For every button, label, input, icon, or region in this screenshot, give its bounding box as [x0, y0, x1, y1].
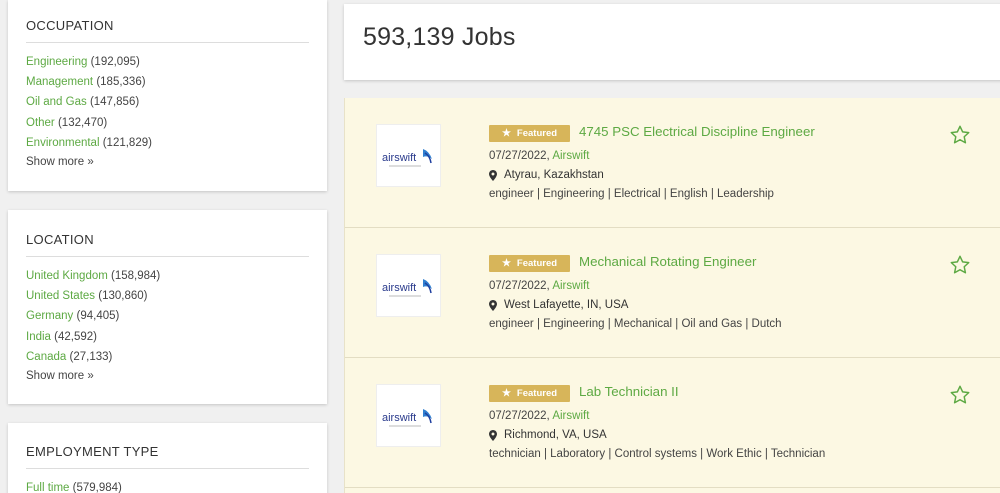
- job-search-page: OCCUPATION Engineering (192,095) Managem…: [0, 0, 1000, 493]
- airswift-logo-icon: airswift: [382, 149, 432, 167]
- facet-title: LOCATION: [26, 232, 309, 257]
- star-icon: ★: [501, 257, 511, 269]
- job-location-text: Atyrau, Kazakhstan: [504, 169, 604, 181]
- company-link[interactable]: Airswift: [552, 150, 589, 162]
- job-title-link[interactable]: 4745 PSC Electrical Discipline Engineer: [579, 124, 815, 139]
- company-logo[interactable]: airswift: [376, 384, 441, 447]
- job-meta: 07/27/2022, Airswift: [489, 410, 589, 422]
- job-card[interactable]: airswift ★ Featured Lab Technician II 07…: [345, 358, 1000, 488]
- job-card[interactable]: airswift ★ Featured Mechanical Rotating …: [345, 228, 1000, 358]
- svg-text:airswift: airswift: [382, 412, 416, 424]
- featured-badge: ★ Featured: [489, 255, 570, 272]
- facet-title: EMPLOYMENT TYPE: [26, 444, 309, 469]
- star-icon: ★: [501, 387, 511, 399]
- job-location: Richmond, VA, USA: [489, 429, 607, 441]
- map-pin-icon: [489, 299, 497, 311]
- show-more-occupation[interactable]: Show more »: [26, 156, 309, 168]
- airswift-logo-icon: airswift: [382, 409, 432, 427]
- featured-badge-label: Featured: [516, 128, 558, 139]
- job-location: West Lafayette, IN, USA: [489, 299, 628, 311]
- favorite-star-icon[interactable]: [949, 384, 971, 406]
- facet-option-oil-and-gas[interactable]: Oil and Gas (147,856): [26, 92, 309, 112]
- facet-option-engineering[interactable]: Engineering (192,095): [26, 52, 309, 72]
- facet-employment-type: EMPLOYMENT TYPE Full time (579,984): [8, 423, 327, 493]
- company-logo[interactable]: airswift: [376, 254, 441, 317]
- facet-occupation: OCCUPATION Engineering (192,095) Managem…: [8, 0, 327, 191]
- results-header: 593,139 Jobs: [344, 4, 1000, 80]
- job-title-link[interactable]: Lab Technician II: [579, 384, 679, 399]
- job-list: airswift ★ Featured 4745 PSC Electrical …: [344, 98, 1000, 493]
- favorite-star-icon[interactable]: [949, 124, 971, 146]
- facet-option-management[interactable]: Management (185,336): [26, 72, 309, 92]
- map-pin-icon: [489, 429, 497, 441]
- map-pin-icon: [489, 169, 497, 181]
- job-location-text: Richmond, VA, USA: [504, 429, 607, 441]
- company-link[interactable]: Airswift: [552, 280, 589, 292]
- company-logo[interactable]: airswift: [376, 124, 441, 187]
- results-count: 593,139 Jobs: [363, 23, 516, 51]
- airswift-logo-icon: airswift: [382, 279, 432, 297]
- job-meta: 07/27/2022, Airswift: [489, 150, 589, 162]
- facet-title: OCCUPATION: [26, 18, 309, 43]
- featured-badge: ★ Featured: [489, 125, 570, 142]
- facet-option-germany[interactable]: Germany (94,405): [26, 306, 309, 326]
- job-location: Atyrau, Kazakhstan: [489, 169, 604, 181]
- star-icon: ★: [501, 127, 511, 139]
- facet-option-other[interactable]: Other (132,470): [26, 113, 309, 133]
- job-title-link[interactable]: Mechanical Rotating Engineer: [579, 254, 756, 269]
- facet-option-canada[interactable]: Canada (27,133): [26, 347, 309, 367]
- job-tags: engineer | Engineering | Electrical | En…: [489, 188, 774, 200]
- svg-text:airswift: airswift: [382, 282, 416, 294]
- facet-option-united-states[interactable]: United States (130,860): [26, 286, 309, 306]
- featured-badge-label: Featured: [516, 388, 558, 399]
- facet-option-full-time[interactable]: Full time (579,984): [26, 478, 309, 493]
- job-date: 07/27/2022,: [489, 410, 550, 422]
- facet-location: LOCATION United Kingdom (158,984) United…: [8, 210, 327, 404]
- job-location-text: West Lafayette, IN, USA: [504, 299, 629, 311]
- company-link[interactable]: Airswift: [552, 410, 589, 422]
- show-more-location[interactable]: Show more »: [26, 370, 309, 382]
- featured-badge-label: Featured: [516, 258, 558, 269]
- facet-option-india[interactable]: India (42,592): [26, 327, 309, 347]
- job-tags: technician | Laboratory | Control system…: [489, 448, 826, 460]
- facet-option-united-kingdom[interactable]: United Kingdom (158,984): [26, 266, 309, 286]
- favorite-star-icon[interactable]: [949, 254, 971, 276]
- job-tags: engineer | Engineering | Mechanical | Oi…: [489, 318, 782, 330]
- job-date: 07/27/2022,: [489, 150, 550, 162]
- job-meta: 07/27/2022, Airswift: [489, 280, 589, 292]
- job-date: 07/27/2022,: [489, 280, 550, 292]
- svg-text:airswift: airswift: [382, 152, 416, 164]
- facet-option-environmental[interactable]: Environmental (121,829): [26, 133, 309, 153]
- job-card[interactable]: airswift ★ Featured 4745 PSC Electrical …: [345, 98, 1000, 228]
- featured-badge: ★ Featured: [489, 385, 570, 402]
